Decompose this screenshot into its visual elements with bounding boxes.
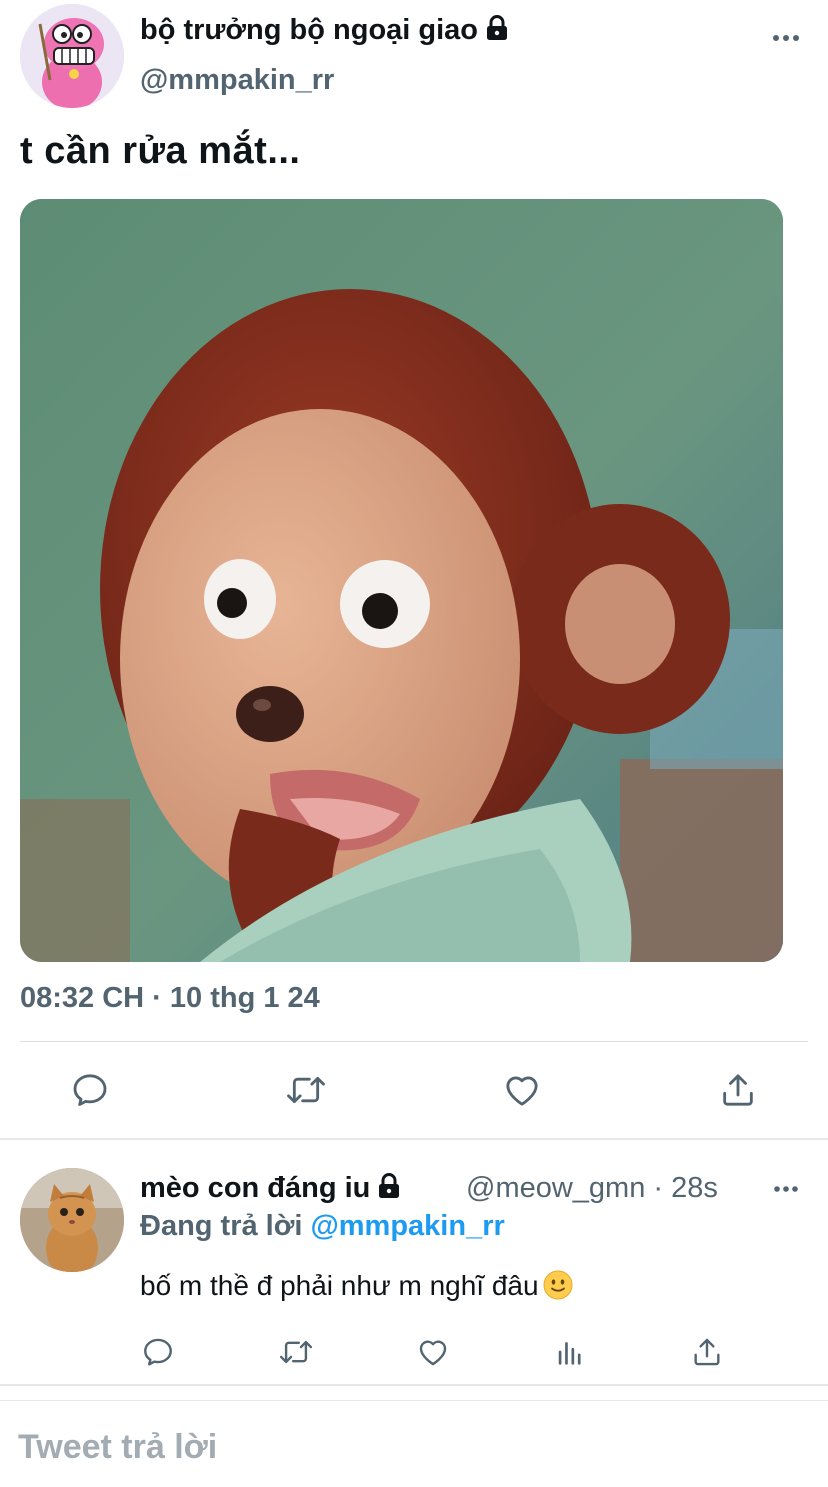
tweet-timestamp[interactable]: 08:32 CH · 10 thg 1 24	[20, 982, 320, 1015]
reply-author-name-text: mèo con đáng iu	[140, 1172, 371, 1204]
like-icon[interactable]	[411, 1330, 455, 1374]
reply-text-content: bố m thề đ phải như m nghĩ đâu	[140, 1270, 539, 1301]
share-icon[interactable]	[685, 1330, 729, 1374]
like-icon[interactable]	[500, 1068, 544, 1112]
more-options-icon[interactable]	[770, 1178, 802, 1200]
replying-to-mention[interactable]: @mmpakin_rr	[310, 1210, 504, 1242]
shocked-monkey-puppet-image	[20, 199, 783, 962]
reply-author-display-name[interactable]: mèo con đáng iu	[140, 1172, 400, 1207]
divider	[20, 1041, 808, 1042]
divider	[0, 1138, 828, 1140]
author-handle[interactable]: @mmpakin_rr	[140, 64, 334, 97]
more-options-icon[interactable]	[768, 26, 804, 50]
tweet-text: t cần rửa mắt...	[20, 130, 301, 172]
share-icon[interactable]	[716, 1068, 760, 1112]
slightly-smiling-face-icon	[543, 1270, 573, 1300]
lock-icon	[486, 15, 508, 49]
tweet-media-image[interactable]	[20, 199, 783, 962]
reply-text: bố m thề đ phải như m nghĩ đâu	[140, 1270, 573, 1302]
cat-avatar-image	[20, 1168, 124, 1272]
analytics-icon[interactable]	[548, 1330, 592, 1374]
reply-handle-and-time[interactable]: @meow_gmn · 28s	[466, 1172, 718, 1205]
author-name-text: bộ trưởng bộ ngoại giao	[140, 14, 479, 46]
pink-monster-avatar-image	[20, 4, 124, 108]
replying-to-prefix: Đang trả lời	[140, 1210, 303, 1242]
retweet-icon[interactable]	[284, 1068, 328, 1112]
lock-icon	[378, 1173, 400, 1207]
divider	[0, 1400, 828, 1401]
author-avatar[interactable]	[20, 4, 124, 108]
reply-icon[interactable]	[136, 1330, 180, 1374]
reply-icon[interactable]	[68, 1068, 112, 1112]
retweet-icon[interactable]	[274, 1330, 318, 1374]
replying-to-line: Đang trả lời @mmpakin_rr	[140, 1210, 505, 1243]
reply-compose-input[interactable]: Tweet trả lời	[18, 1428, 217, 1467]
reply-author-avatar[interactable]	[20, 1168, 124, 1272]
author-display-name[interactable]: bộ trưởng bộ ngoại giao	[140, 14, 508, 49]
divider	[0, 1384, 828, 1386]
